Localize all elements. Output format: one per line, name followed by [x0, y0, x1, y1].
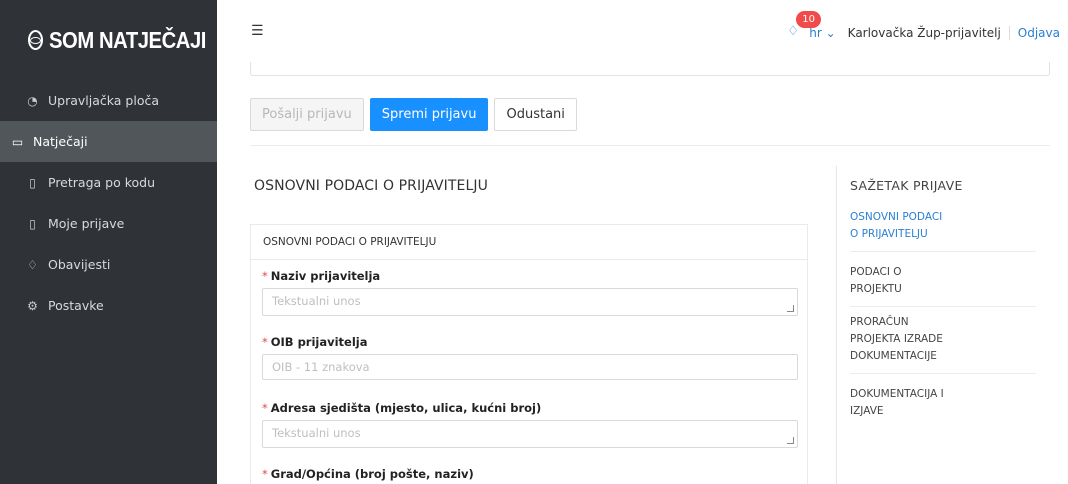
sidebar-item-pretraga-po-kodu[interactable]: ▯ Pretraga po kodu [0, 162, 217, 203]
menu-toggle-icon[interactable]: ☰ [251, 23, 264, 39]
sidebar-item-label: Moje prijave [48, 216, 125, 231]
top-panel-edge [250, 62, 1050, 76]
adresa-sjedista-textarea[interactable]: Tekstualni unos [262, 420, 798, 448]
field-naziv-prijavitelja: * Naziv prijavitelja Tekstualni unos [262, 269, 798, 316]
sidebar-item-label: Pretraga po kodu [48, 175, 155, 190]
field-oib-prijavitelja: * OIB prijavitelja OIB - 11 znakova [262, 335, 798, 380]
sidebar-item-postavke[interactable]: ⚙ Postavke [0, 285, 217, 326]
file-check-icon: ▯ [29, 216, 36, 231]
logo-text: SOM NATJEČAJI [49, 26, 206, 53]
app-root: SOM NATJEČAJI ◔ Upravljačka ploča ▭ Natj… [0, 0, 1068, 484]
field-label-text: Adresa sjedišta (mjesto, ulica, kućni br… [270, 401, 542, 415]
card-title: OSNOVNI PODACI O PRIJAVITELJU [251, 225, 807, 260]
field-adresa-sjedista: * Adresa sjedišta (mjesto, ulica, kućni b… [262, 401, 798, 448]
summary-link-text: PROJEKTU [850, 283, 902, 295]
language-value: hr [809, 26, 822, 40]
sidebar-item-label: Obavijesti [48, 257, 111, 272]
dashboard-icon: ◔ [27, 93, 38, 108]
summary-link-podaci-o-projektu[interactable]: PODACI O PROJEKTU [850, 264, 1036, 307]
summary-divider [836, 166, 837, 484]
field-label: * Grad/Općina (broj pošte, naziv) [262, 467, 474, 481]
field-label: * Naziv prijavitelja [262, 269, 798, 283]
field-label: * OIB prijavitelja [262, 335, 798, 349]
logo[interactable]: SOM NATJEČAJI [0, 0, 217, 80]
naziv-prijavitelja-textarea[interactable]: Tekstualni unos [262, 288, 798, 316]
language-select[interactable]: hr ⌄ [809, 26, 835, 40]
summary-link-text: PROJEKTA IZRADE [850, 333, 943, 345]
summary-link-text: O PRIJAVITELJU [850, 228, 928, 240]
summary-link-text: IZJAVE [850, 405, 884, 417]
notification-bell-icon: ♢ [787, 24, 799, 39]
document-icon: ▯ [29, 175, 36, 190]
required-marker: * [262, 467, 268, 481]
top-header: ☰ ♢ 10 hr ⌄ Karlovačka Žup-prijavitelj O… [217, 0, 1068, 60]
summary-link-text: DOKUMENTACIJA I [850, 388, 944, 400]
logo-icon [28, 30, 43, 50]
field-label-text: Grad/Općina (broj pošte, naziv) [270, 467, 474, 481]
sidebar-item-natjecaji[interactable]: ▭ Natječaji [0, 121, 217, 162]
notification-badge: 10 [796, 11, 821, 28]
cancel-button[interactable]: Odustani [494, 98, 577, 131]
summary-link-osnovni-podaci[interactable]: OSNOVNI PODACI O PRIJAVITELJU [850, 209, 1036, 252]
required-marker: * [262, 335, 268, 349]
summary-link-text: OSNOVNI PODACI [850, 211, 943, 223]
summary-title: SAŽETAK PRIJAVE [850, 178, 963, 193]
summary-link-text: DOKUMENTACIJE [850, 350, 937, 362]
summary-link-text: PRORAČUN [850, 316, 909, 328]
field-label-text: OIB prijavitelja [270, 335, 368, 349]
required-marker: * [262, 269, 268, 283]
sidebar-item-moje-prijave[interactable]: ▯ Moje prijave [0, 203, 217, 244]
notifications-button[interactable]: ♢ 10 [783, 11, 821, 42]
sidebar-item-label: Upravljačka ploča [48, 93, 159, 108]
sidebar-item-obavijesti[interactable]: ♢ Obavijesti [0, 244, 217, 285]
bell-icon: ♢ [27, 257, 38, 272]
gear-icon: ⚙ [27, 298, 38, 313]
sidebar: SOM NATJEČAJI ◔ Upravljačka ploča ▭ Natj… [0, 0, 217, 484]
folder-open-icon: ▭ [11, 134, 24, 149]
chevron-down-icon: ⌄ [825, 26, 836, 40]
field-label-text: Naziv prijavitelja [270, 269, 381, 283]
section-title: OSNOVNI PODACI O PRIJAVITELJU [254, 178, 488, 194]
sidebar-item-label: Postavke [48, 298, 104, 313]
logout-link[interactable]: Odjava [1008, 26, 1060, 40]
header-right: ♢ 10 hr ⌄ Karlovačka Žup-prijavitelj Odj… [783, 11, 1060, 42]
form-card: OSNOVNI PODACI O PRIJAVITELJU * Naziv pri… [250, 224, 808, 484]
required-marker: * [262, 401, 268, 415]
oib-input[interactable]: OIB - 11 znakova [262, 354, 798, 380]
divider [250, 145, 1050, 146]
send-application-button[interactable]: Pošalji prijavu [250, 98, 364, 131]
summary-link-text: PODACI O [850, 266, 902, 278]
sidebar-item-label: Natječaji [33, 134, 88, 149]
field-label: * Adresa sjedišta (mjesto, ulica, kućni b… [262, 401, 798, 415]
sidebar-item-upravljacka-ploca[interactable]: ◔ Upravljačka ploča [0, 80, 217, 121]
field-grad-opcina: * Grad/Općina (broj pošte, naziv) [262, 467, 474, 481]
summary-link-proracun[interactable]: PRORAČUN PROJEKTA IZRADE DOKUMENTACIJE [850, 314, 1036, 374]
user-name: Karlovačka Žup-prijavitelj [847, 26, 1001, 40]
save-application-button[interactable]: Spremi prijavu [369, 98, 489, 131]
summary-link-dokumentacija[interactable]: DOKUMENTACIJA I IZJAVE [850, 386, 1036, 428]
action-toolbar: Pošalji prijavu Spremi prijavu Odustani [250, 98, 577, 131]
